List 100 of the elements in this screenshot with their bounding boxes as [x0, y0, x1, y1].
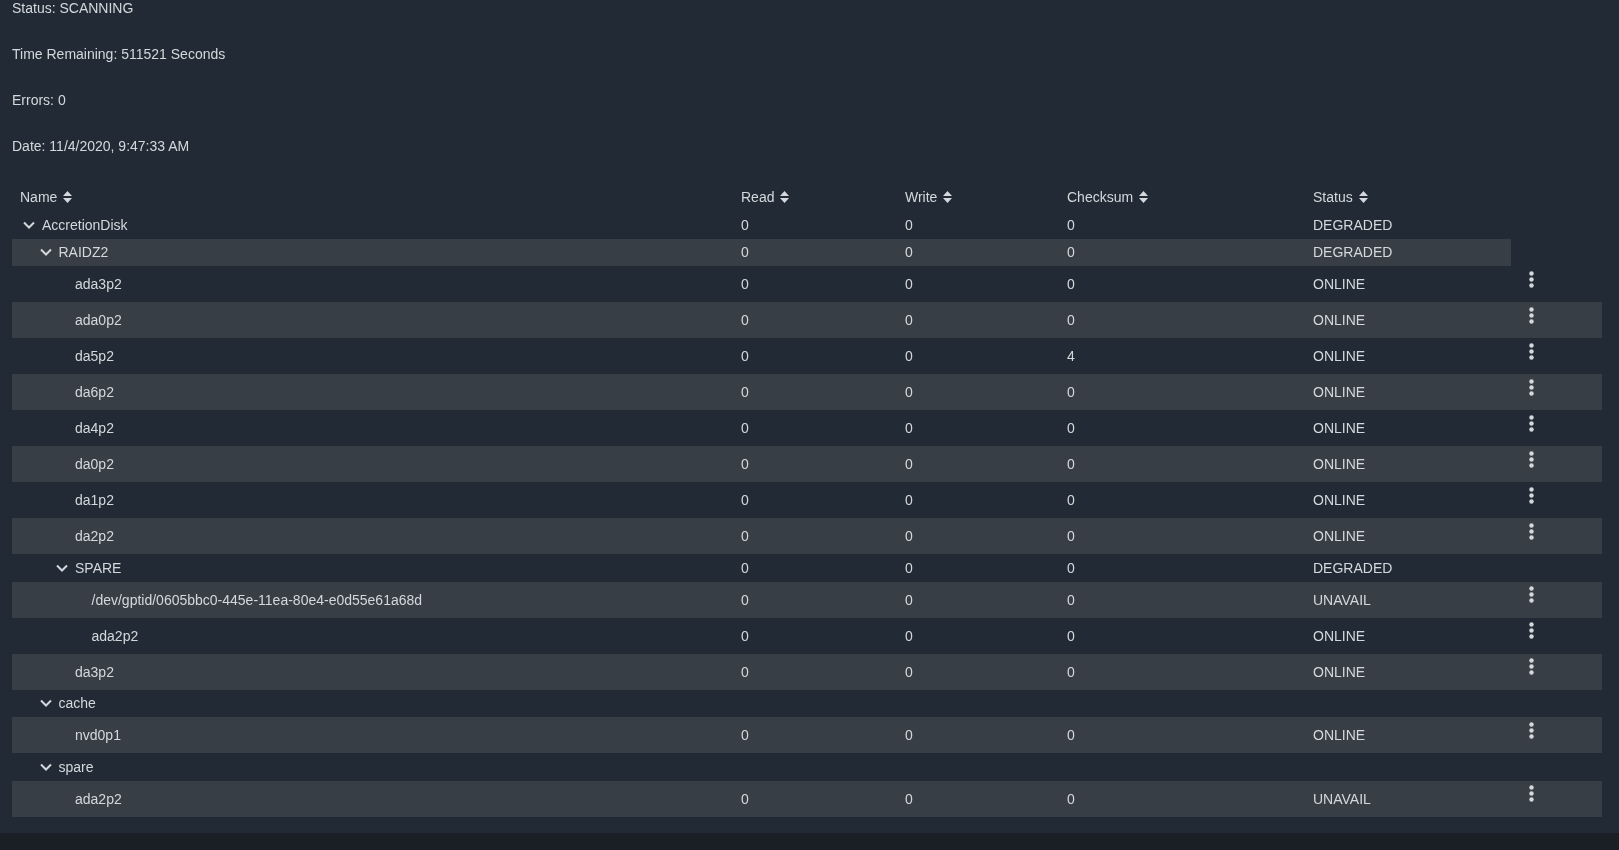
- column-header[interactable]: Read: [741, 189, 775, 205]
- error-count: 0: [741, 456, 749, 472]
- column-header[interactable]: Name: [20, 189, 58, 205]
- more-options-icon[interactable]: [1529, 658, 1534, 675]
- device-name: ada2p2: [75, 790, 122, 807]
- error-count: 0: [741, 727, 749, 743]
- status-text: DEGRADED: [1313, 244, 1393, 261]
- status-text: ONLINE: [1313, 276, 1366, 292]
- error-count: 0: [905, 591, 913, 608]
- device-name: da0p2: [75, 456, 114, 472]
- error-count: 0: [1067, 492, 1075, 508]
- more-options-icon[interactable]: [1529, 622, 1534, 639]
- device-name: AccretionDisk: [42, 216, 128, 233]
- error-count: 0: [1067, 312, 1075, 328]
- device-name: da5p2: [75, 348, 114, 364]
- summary-line: Status: SCANNING: [12, 0, 134, 17]
- device-name: da3p2: [75, 663, 114, 680]
- device-name: da6p2: [75, 384, 114, 400]
- error-count: 0: [1067, 591, 1075, 608]
- more-options-icon[interactable]: [1529, 306, 1534, 324]
- column-header[interactable]: Write: [905, 189, 938, 205]
- error-count: 0: [741, 559, 749, 576]
- status-text: ONLINE: [1313, 384, 1366, 400]
- more-options-icon[interactable]: [1529, 378, 1534, 396]
- status-text: ONLINE: [1313, 727, 1366, 743]
- summary-line: Errors: 0: [12, 92, 66, 109]
- error-count: 0: [1067, 420, 1075, 436]
- error-count: 0: [741, 591, 749, 608]
- chevron-icon[interactable]: [56, 563, 68, 572]
- error-count: 0: [905, 559, 913, 576]
- device-name: /dev/gptid/0605bbc0-445e-11ea-80e4-e0d55e61a68d: [91, 591, 423, 608]
- status-text: ONLINE: [1313, 492, 1366, 508]
- error-count: 0: [905, 727, 913, 743]
- sort-icon[interactable]: [1139, 191, 1149, 203]
- column-header[interactable]: Status: [1313, 189, 1353, 205]
- error-count: 0: [1067, 384, 1075, 400]
- device-name: cache: [58, 695, 96, 712]
- error-count: 0: [1067, 456, 1075, 472]
- error-count: 0: [905, 244, 913, 261]
- error-count: 0: [905, 456, 913, 472]
- device-name: da4p2: [75, 420, 114, 436]
- column-header[interactable]: Checksum: [1067, 189, 1134, 205]
- more-options-icon[interactable]: [1529, 342, 1534, 360]
- error-count: 0: [905, 312, 913, 328]
- error-count: 0: [741, 790, 749, 807]
- status-text: UNAVAIL: [1313, 591, 1371, 608]
- chevron-icon[interactable]: [39, 248, 52, 257]
- device-name: SPARE: [75, 559, 122, 576]
- more-options-icon[interactable]: [1529, 486, 1534, 504]
- chevron-icon[interactable]: [39, 762, 52, 771]
- status-text: ONLINE: [1313, 456, 1366, 472]
- sort-icon[interactable]: [63, 191, 73, 203]
- status-text: DEGRADED: [1313, 216, 1393, 233]
- error-count: 0: [741, 492, 749, 508]
- more-options-icon[interactable]: [1529, 522, 1534, 540]
- more-options-icon[interactable]: [1529, 785, 1534, 802]
- device-name: da2p2: [75, 528, 114, 544]
- sort-icon[interactable]: [943, 191, 953, 203]
- device-name: RAIDZ2: [58, 244, 109, 261]
- status-text: ONLINE: [1313, 528, 1366, 544]
- error-count: 0: [1067, 559, 1075, 576]
- error-count: 0: [741, 348, 749, 364]
- chevron-icon[interactable]: [23, 220, 35, 229]
- error-count: 0: [905, 790, 913, 807]
- error-count: 4: [1067, 348, 1075, 364]
- status-text: UNAVAIL: [1313, 790, 1371, 807]
- more-options-icon[interactable]: [1529, 450, 1534, 468]
- chevron-icon[interactable]: [39, 699, 52, 708]
- error-count: 0: [741, 244, 749, 261]
- error-count: 0: [1067, 790, 1075, 807]
- error-count: 0: [741, 663, 749, 680]
- device-name: spare: [58, 758, 94, 775]
- error-count: 0: [905, 384, 913, 400]
- error-count: 0: [741, 420, 749, 436]
- device-name: da1p2: [75, 492, 114, 508]
- error-count: 0: [741, 627, 749, 644]
- error-count: 0: [905, 627, 913, 644]
- summary-line: Time Remaining: 511521 Seconds: [12, 46, 226, 63]
- error-count: 0: [741, 276, 749, 292]
- device-name: nvd0p1: [75, 727, 121, 743]
- status-text: ONLINE: [1313, 312, 1366, 328]
- error-count: 0: [1067, 276, 1075, 292]
- more-options-icon[interactable]: [1529, 414, 1534, 432]
- more-options-icon[interactable]: [1529, 721, 1534, 739]
- error-count: 0: [905, 492, 913, 508]
- more-options-icon[interactable]: [1529, 270, 1534, 288]
- error-count: 0: [905, 348, 913, 364]
- error-count: 0: [1067, 244, 1075, 261]
- sort-icon[interactable]: [780, 191, 790, 203]
- device-name: ada2p2: [91, 627, 139, 644]
- status-text: ONLINE: [1313, 348, 1366, 364]
- sort-icon[interactable]: [1358, 191, 1368, 203]
- status-text: ONLINE: [1313, 420, 1366, 436]
- status-text: ONLINE: [1313, 627, 1366, 644]
- error-count: 0: [905, 528, 913, 544]
- error-count: 0: [741, 384, 749, 400]
- error-count: 0: [1067, 528, 1075, 544]
- error-count: 0: [905, 216, 913, 233]
- error-count: 0: [741, 312, 749, 328]
- more-options-icon[interactable]: [1529, 586, 1534, 603]
